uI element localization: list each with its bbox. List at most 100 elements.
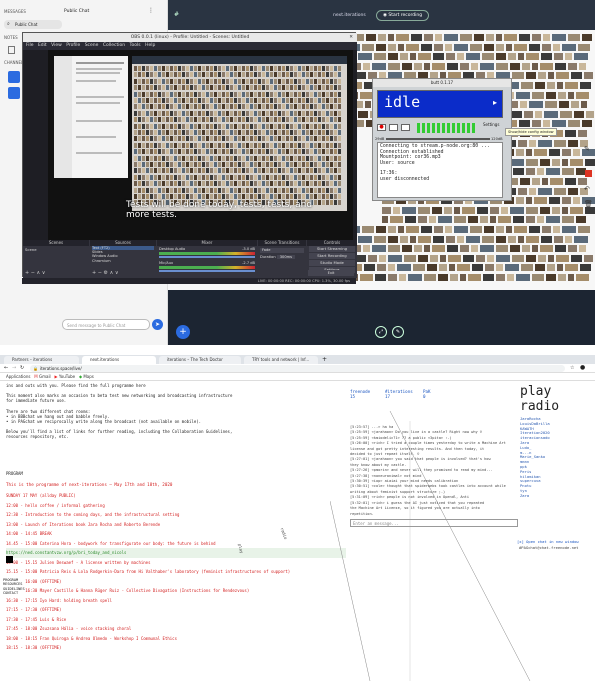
log-line: user disconnected <box>380 176 430 182</box>
pen-tool-icon[interactable]: ✎ <box>584 145 590 153</box>
program-link[interactable]: https://ned.constantvzw.org/p/bri_today_… <box>6 548 346 558</box>
settings-label[interactable]: Settings <box>483 122 499 127</box>
wall-thumbnail <box>579 245 586 253</box>
chat-input[interactable]: Enter an message... <box>350 519 518 527</box>
wall-thumbnail <box>511 110 522 118</box>
channel-icon-2[interactable] <box>8 87 20 99</box>
add-button[interactable]: + <box>176 325 190 339</box>
menu-profile[interactable]: Profile <box>66 43 80 48</box>
tab-next-iterations[interactable]: next.iterations <box>82 356 156 364</box>
wall-thumbnail <box>518 187 527 195</box>
new-tab-icon[interactable]: + <box>322 356 327 363</box>
wall-thumbnail <box>562 197 571 205</box>
preview-thumbnail <box>154 98 157 103</box>
play-button[interactable] <box>401 124 410 131</box>
tab-try-tools[interactable]: TRY tools and network | Inf... <box>244 356 318 364</box>
search-box[interactable]: ⌕ Public Chat <box>4 20 62 29</box>
url-field[interactable]: 🔒 iterations.space/live/ <box>30 365 565 372</box>
preview-thumbnail <box>174 194 177 199</box>
preview-thumbnail <box>150 142 153 148</box>
menu-scene-collection[interactable]: Scene Collection <box>85 43 125 48</box>
preview-thumbnail <box>218 98 221 103</box>
undo-icon[interactable]: ↶ <box>584 185 590 193</box>
play-radio-logo[interactable]: play radio <box>520 384 559 414</box>
menu-tools[interactable]: Tools <box>130 43 141 48</box>
studio-mode-button[interactable]: Studio Mode <box>309 260 355 266</box>
wall-thumbnail <box>546 91 556 99</box>
source-add-remove-icons[interactable]: + − ⚙ ∧ ∨ <box>92 270 119 276</box>
preview-thumbnail <box>330 181 333 187</box>
preview-thumbnail <box>278 85 281 91</box>
scene-item[interactable]: Scene <box>23 246 89 253</box>
wall-thumbnail <box>496 274 505 281</box>
start-recording-button[interactable]: ◉ Start recording <box>376 10 430 21</box>
wall-thumbnail <box>532 91 544 99</box>
preview-thumbnail <box>182 155 185 161</box>
note-icon[interactable] <box>8 46 15 54</box>
preview-thumbnail <box>246 66 249 71</box>
preview-thumbnail <box>170 72 173 78</box>
preview-thumbnail <box>310 85 313 91</box>
message-input[interactable]: Send message to Public Chat <box>62 319 150 330</box>
more-menu-icon[interactable]: ⋮ <box>148 7 154 14</box>
tab-pak[interactable]: PaK 0 <box>423 389 431 399</box>
start-recording-obs-button[interactable]: Start Recording <box>309 253 355 259</box>
exit-button[interactable]: Exit <box>308 270 354 276</box>
record-button[interactable]: ● <box>377 124 386 131</box>
preview-thumbnail <box>198 174 201 180</box>
start-streaming-button[interactable]: Start Streaming <box>309 246 355 252</box>
volume-meter <box>159 266 255 269</box>
preview-thumbnail <box>242 155 245 161</box>
stop-button[interactable] <box>389 124 398 131</box>
wall-thumbnail <box>574 53 588 61</box>
close-icon[interactable]: ✕ <box>349 33 353 42</box>
preview-thumbnail <box>206 149 209 155</box>
back-icon[interactable]: ← <box>4 365 8 371</box>
tab-iterations[interactable]: #iterations 17 <box>385 389 413 399</box>
preview-thumbnail <box>246 149 249 155</box>
color-swatch[interactable] <box>585 170 592 177</box>
wall-thumbnail <box>582 34 592 41</box>
menu-file[interactable]: File <box>26 43 34 48</box>
preview-thumbnail <box>206 110 209 116</box>
trash-icon[interactable]: 🗑 <box>584 200 593 208</box>
forward-icon[interactable]: → <box>12 365 16 371</box>
preview-thumbnail <box>282 104 285 110</box>
preview-thumbnail <box>302 136 305 142</box>
level-slider[interactable] <box>386 138 490 140</box>
preview-thumbnail <box>146 91 149 97</box>
preview-thumbnail <box>270 85 273 91</box>
bookmark-youtube[interactable]: YouTube <box>59 374 75 379</box>
bookmark-gmail[interactable]: Gmail <box>39 374 51 379</box>
send-button[interactable]: ➤ <box>152 319 163 330</box>
bookmark-maps[interactable]: Maps <box>83 374 94 379</box>
share-icon[interactable]: ⤢ <box>375 326 387 338</box>
tab-tech-doctor[interactable]: iterations – The Tech Doctor <box>159 356 241 364</box>
tab-freenode[interactable]: freenode 15 <box>350 389 370 399</box>
channel-link[interactable]: #PAGchat@chat.freenode.net <box>519 545 578 550</box>
volume-slider[interactable] <box>159 256 255 258</box>
tab-partners[interactable]: Partners – iterations <box>4 356 79 364</box>
menu-edit[interactable]: Edit <box>38 43 47 48</box>
preview-thumbnail <box>166 110 169 116</box>
scene-add-remove-icons[interactable]: + − ∧ ∨ <box>25 270 45 276</box>
hash-icon[interactable]: # <box>174 11 179 18</box>
transition-select[interactable]: Fade <box>260 248 304 253</box>
volume-slider[interactable] <box>159 270 255 272</box>
menu-help[interactable]: Help <box>145 43 155 48</box>
edit-icon[interactable]: ✎ <box>392 326 404 338</box>
preview-thumbnail <box>218 155 221 161</box>
duration-input[interactable]: 300ms <box>276 255 295 259</box>
account-icon[interactable]: ● <box>580 364 585 371</box>
bookmark-applications[interactable]: Applications <box>6 374 30 379</box>
nick-item[interactable]: Zara <box>520 493 560 499</box>
preview-thumbnail <box>266 123 269 129</box>
star-icon[interactable]: ☆ <box>570 365 574 371</box>
source-item[interactable]: Chromium <box>92 259 154 263</box>
channel-icon-1[interactable] <box>8 71 20 83</box>
nav-contact[interactable]: CONTACT <box>3 591 25 595</box>
reload-icon[interactable]: ↻ <box>20 365 24 371</box>
open-chat-link[interactable]: [x] Open chat in new window <box>517 539 579 544</box>
obs-preview-canvas[interactable]: Tests will be done today, tests, tests, … <box>48 50 353 240</box>
menu-view[interactable]: View <box>51 43 62 48</box>
